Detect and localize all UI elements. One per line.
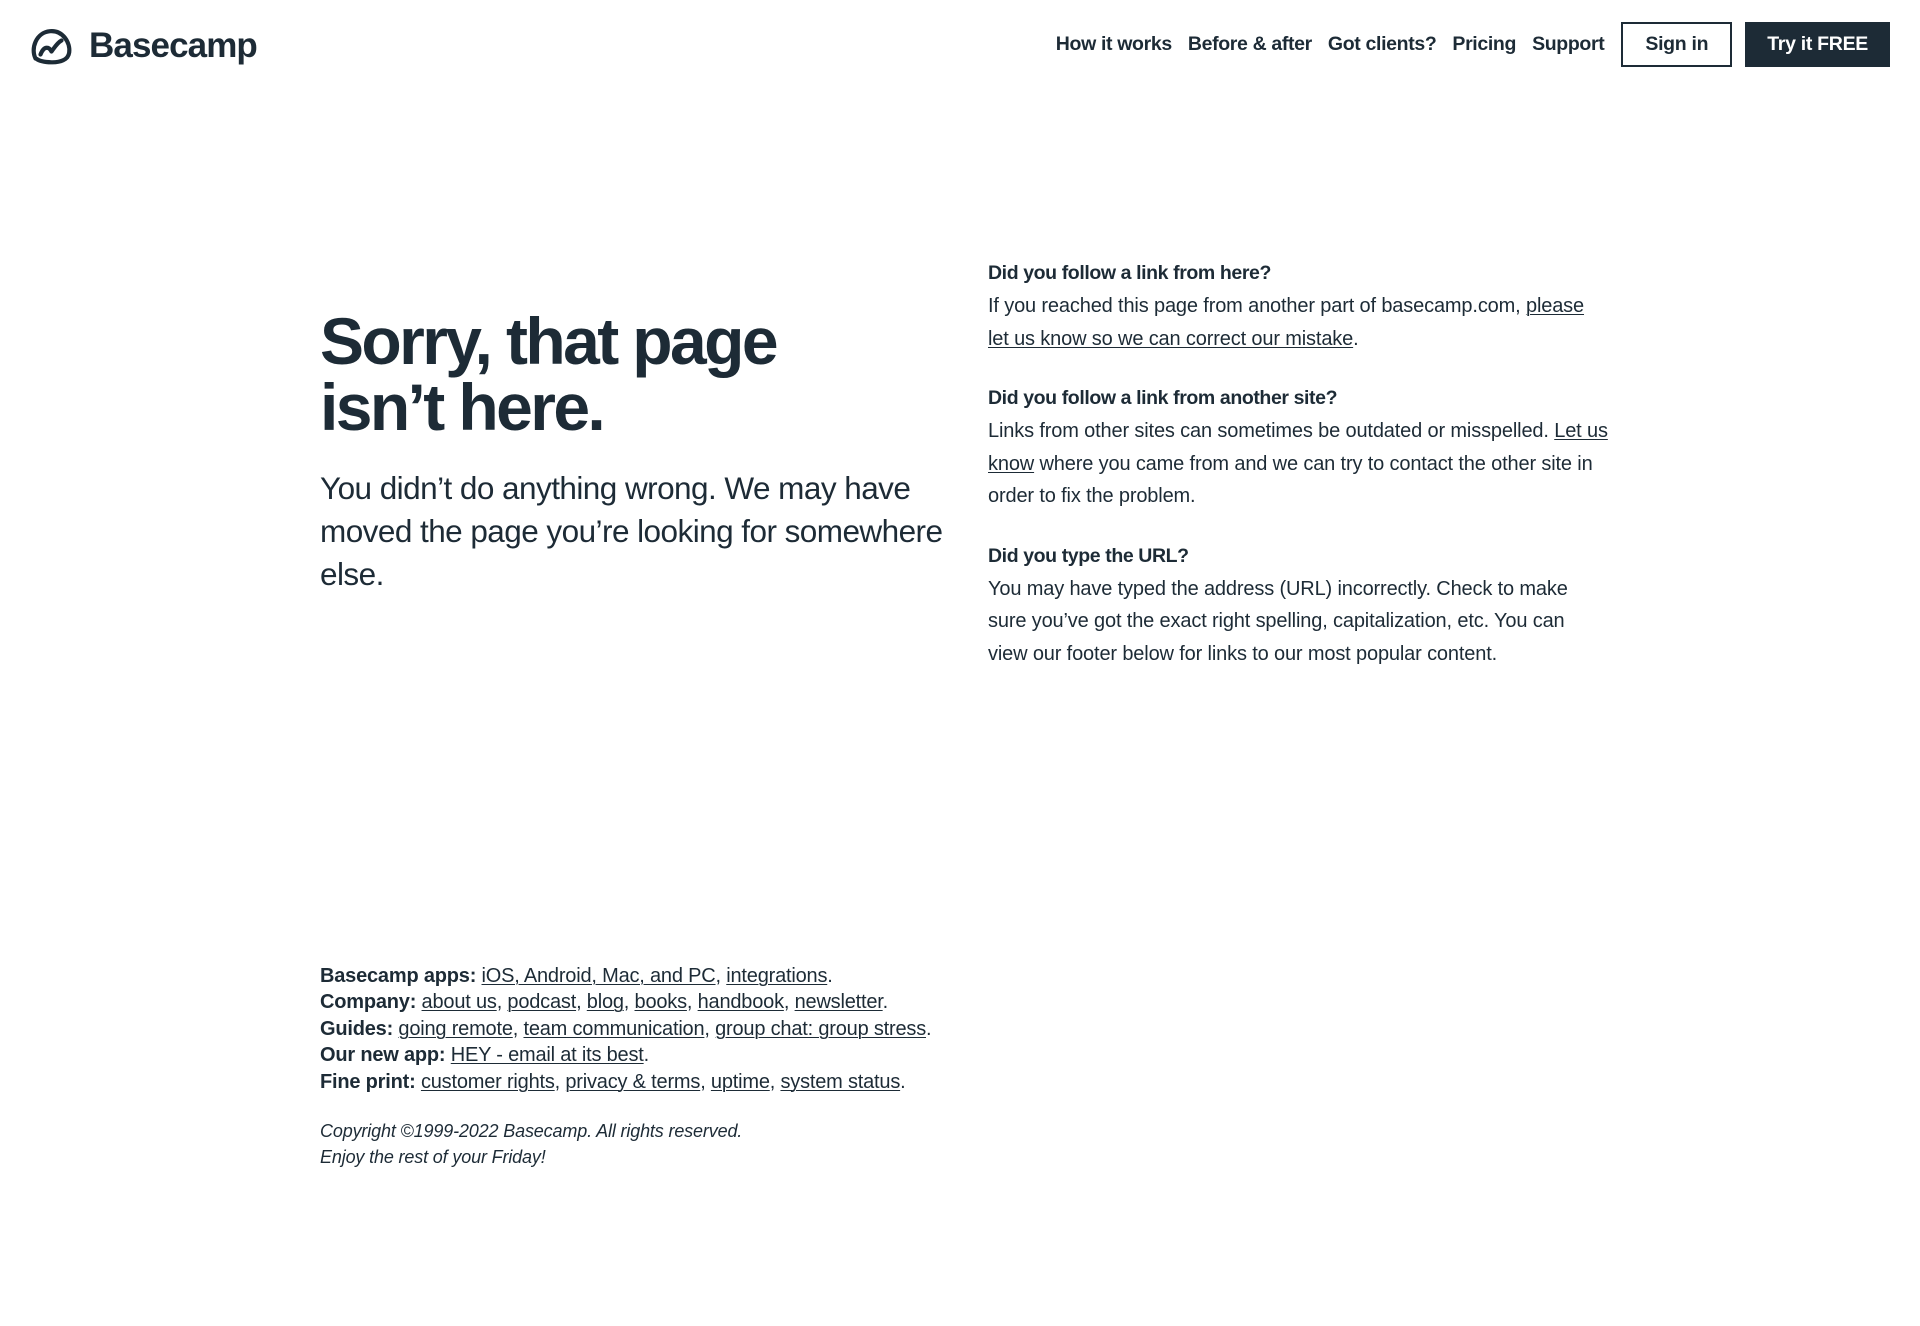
footer-link[interactable]: group chat: group stress <box>715 1018 926 1040</box>
footer-link[interactable]: books <box>635 991 688 1013</box>
footer-link[interactable]: podcast <box>507 991 576 1013</box>
footer-separator: , <box>512 1017 524 1040</box>
footer-link[interactable]: system status <box>780 1071 900 1093</box>
page-subtitle: You didn’t do anything wrong. We may hav… <box>320 470 943 592</box>
faq-answer-text-pre: You may have typed the address (URL) inc… <box>988 577 1568 665</box>
footer-link-rows: Basecamp apps: iOS, Android, Mac, and PC… <box>320 963 1420 1095</box>
faq-answer: Links from other sites can sometimes be … <box>988 415 1608 512</box>
footer-row: Company: about us, podcast, blog, books,… <box>320 989 1420 1015</box>
footer-link[interactable]: iOS, Android, Mac, and PC <box>482 965 716 987</box>
footer-link[interactable]: integrations <box>726 965 827 987</box>
footer-link[interactable]: HEY - email at its best <box>451 1044 644 1066</box>
faq-answer-text-pre: Links from other sites can sometimes be … <box>988 420 1555 443</box>
footer-link[interactable]: newsletter <box>795 991 883 1013</box>
footer-row: Fine print: customer rights, privacy & t… <box>320 1069 1420 1095</box>
footer-separator: , <box>769 1070 781 1093</box>
footer-row: Our new app: HEY - email at its best. <box>320 1042 1420 1068</box>
faq-block-link-from-another-site: Did you follow a link from another site?… <box>988 385 1608 512</box>
footer-link[interactable]: blog <box>587 991 624 1013</box>
footer-row-label: Company: <box>320 991 417 1014</box>
footer-separator: , <box>704 1017 716 1040</box>
footer-separator: . <box>643 1044 650 1067</box>
faq-answer: If you reached this page from another pa… <box>988 290 1608 355</box>
footer-row-label: Fine print: <box>320 1070 416 1093</box>
troubleshooting-section: Did you follow a link from here? If you … <box>988 260 1608 670</box>
footer-row: Basecamp apps: iOS, Android, Mac, and PC… <box>320 963 1420 989</box>
faq-block-typed-url: Did you type the URL? You may have typed… <box>988 543 1608 670</box>
faq-question: Did you follow a link from here? <box>988 262 1271 284</box>
footer-separator: , <box>496 991 508 1014</box>
page-title-line-1: Sorry, that page <box>320 304 779 378</box>
faq-question: Did you follow a link from another site? <box>988 387 1338 410</box>
footer-separator: , <box>686 991 698 1014</box>
main-content: Sorry, that page isn’t here. You didn’t … <box>0 0 1920 1326</box>
footer-separator: . <box>926 1017 932 1040</box>
signoff-text: Enjoy the rest of your Friday! <box>320 1146 546 1167</box>
footer-separator: , <box>554 1070 566 1093</box>
footer-separator: . <box>900 1070 906 1093</box>
error-message-section: Sorry, that page isn’t here. You didn’t … <box>320 308 945 595</box>
copyright-text: Copyright ©1999-2022 Basecamp. All right… <box>320 1120 743 1141</box>
footer-link[interactable]: handbook <box>698 991 784 1013</box>
footer-separator: , <box>623 991 635 1014</box>
footer-row-label: Guides: <box>320 1017 394 1040</box>
footer-separator: . <box>882 991 889 1014</box>
footer-link[interactable]: going remote <box>398 1018 513 1040</box>
site-footer: Basecamp apps: iOS, Android, Mac, and PC… <box>320 963 1420 1170</box>
footer-row-label: Our new app: <box>320 1044 446 1067</box>
page-title-line-2: isn’t here. <box>320 370 606 444</box>
faq-answer: You may have typed the address (URL) inc… <box>988 573 1608 670</box>
footer-link[interactable]: team communication <box>523 1018 704 1040</box>
faq-question: Did you type the URL? <box>988 544 1189 567</box>
footer-link[interactable]: about us <box>422 991 497 1013</box>
page-title: Sorry, that page isn’t here. <box>320 308 945 440</box>
footer-separator: , <box>700 1070 711 1093</box>
faq-answer-text-pre: If you reached this page from another pa… <box>988 295 1526 318</box>
footer-separator: , <box>576 991 587 1014</box>
footer-row-label: Basecamp apps: <box>320 965 477 987</box>
faq-answer-text-post: where you came from and we can try to co… <box>988 452 1593 508</box>
footer-link[interactable]: privacy & terms <box>565 1071 700 1093</box>
footer-link[interactable]: uptime <box>711 1071 770 1093</box>
footer-separator: . <box>827 965 833 987</box>
faq-block-link-from-here: Did you follow a link from here? If you … <box>988 260 1608 355</box>
footer-row: Guides: going remote, team communication… <box>320 1016 1420 1042</box>
footer-separator: , <box>715 965 727 987</box>
footer-legal: Copyright ©1999-2022 Basecamp. All right… <box>320 1119 1420 1170</box>
footer-separator: , <box>783 991 795 1014</box>
footer-link[interactable]: customer rights <box>421 1071 555 1093</box>
faq-answer-text-post: . <box>1353 327 1359 350</box>
